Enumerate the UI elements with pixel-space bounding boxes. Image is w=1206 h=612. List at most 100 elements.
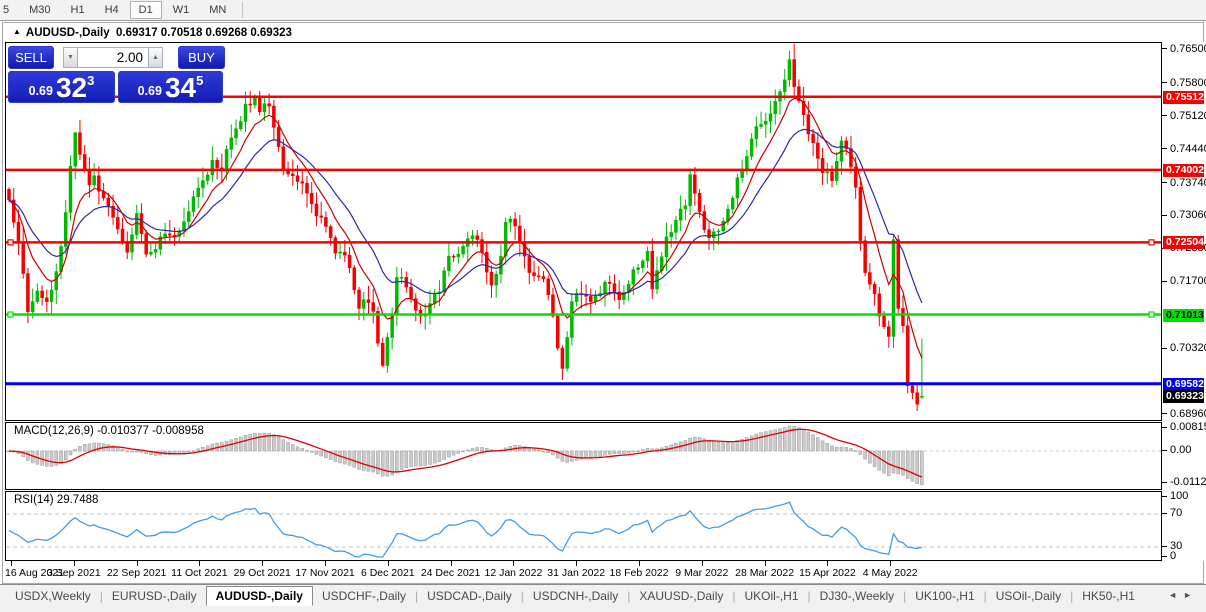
trading-app: 5M30H1H4D1W1MN ▲AUDUSD-,Daily 0.69317 0.… xyxy=(0,0,1206,612)
price-axis-tick xyxy=(1162,148,1167,149)
chart-symbol-label: AUDUSD-,Daily xyxy=(26,27,110,39)
collapse-triangle-icon[interactable]: ▲ xyxy=(13,27,21,36)
tab-usdx-weekly[interactable]: USDX,Weekly xyxy=(6,587,100,605)
tab-usdchf-daily[interactable]: USDCHF-,Daily xyxy=(313,587,415,605)
price-line-badge: 0.71013 xyxy=(1163,309,1204,322)
buy-button[interactable]: BUY xyxy=(178,46,225,69)
price-axis-tick xyxy=(1162,182,1167,183)
date-axis-tick xyxy=(451,561,452,566)
date-axis-tick xyxy=(388,561,389,566)
price-axis-label: 0.71700 xyxy=(1170,275,1206,287)
price-axis-tick xyxy=(1162,82,1167,83)
rsi-axis-tick xyxy=(1162,496,1167,497)
tab-scroll-left-icon[interactable]: ◄ xyxy=(1168,590,1183,600)
sell-button[interactable]: SELL xyxy=(8,46,54,69)
date-axis[interactable]: 16 Aug 20213 Sep 202122 Sep 202111 Oct 2… xyxy=(5,561,1162,583)
buy-price-small: 0.69 xyxy=(138,84,162,98)
tab-xauusd-daily[interactable]: XAUUSD-,Daily xyxy=(630,587,732,605)
ma-fast-line xyxy=(9,98,922,357)
spread-increase-button[interactable]: ▲ xyxy=(148,47,163,68)
price-scale[interactable]: 0.765000.758000.751200.744400.737400.730… xyxy=(1162,42,1204,561)
date-axis-tick xyxy=(827,561,828,566)
tab-eurusd-daily[interactable]: EURUSD-,Daily xyxy=(103,587,206,605)
date-axis-label: 31 Jan 2022 xyxy=(547,567,605,579)
macd-panel[interactable]: MACD(12,26,9) -0.010377 -0.008958 xyxy=(5,422,1162,490)
price-axis-tick xyxy=(1162,281,1167,282)
date-axis-label: 6 Dec 2021 xyxy=(361,567,415,579)
date-axis-tick xyxy=(74,561,75,566)
date-axis-label: 29 Oct 2021 xyxy=(234,567,291,579)
date-axis-tick xyxy=(890,561,891,566)
price-axis-tick xyxy=(1162,48,1167,49)
price-line-badge: 0.69323 xyxy=(1163,390,1204,403)
date-axis-label: 11 Oct 2021 xyxy=(171,567,227,579)
price-axis-tick xyxy=(1162,348,1167,349)
volume-input[interactable] xyxy=(78,47,148,68)
timeframe-button-H1[interactable]: H1 xyxy=(62,1,94,19)
chart-title: ▲ AUDUSD-,Daily 0.69317 0.70518 0.69268 0… xyxy=(13,27,292,39)
date-axis-tick xyxy=(11,561,12,566)
ma-slow-line xyxy=(9,129,922,302)
tab-audusd-daily[interactable]: AUDUSD-,Daily xyxy=(206,586,313,606)
chart-tab-bar: USDX,Weekly|EURUSD-,DailyAUDUSD-,DailyUS… xyxy=(0,584,1206,612)
date-axis-label: 4 May 2022 xyxy=(863,567,918,579)
tab-scroll-right-icon[interactable]: ► xyxy=(1183,590,1198,600)
tab-ukoil-h1[interactable]: UKOil-,H1 xyxy=(736,587,808,605)
price-axis-label: 0.70320 xyxy=(1170,342,1206,354)
one-click-trade-panel: SELL ▼ ▲ BUY 0.69 32 3 0.69 34 5 xyxy=(8,46,225,103)
buy-price-big: 34 xyxy=(165,74,196,102)
macd-axis-label: 0.00 xyxy=(1170,444,1191,456)
timeframe-toolbar: 5M30H1H4D1W1MN xyxy=(0,0,1206,21)
tab-usoil-daily[interactable]: USOil-,Daily xyxy=(987,587,1070,605)
line-handle[interactable] xyxy=(8,312,13,317)
date-axis-label: 18 Feb 2022 xyxy=(610,567,669,579)
sell-price-sup: 3 xyxy=(87,73,94,88)
tab-uk100-h1[interactable]: UK100-,H1 xyxy=(906,587,983,605)
date-axis-tick xyxy=(199,561,200,566)
price-axis-tick xyxy=(1162,215,1167,216)
date-axis-tick xyxy=(702,561,703,566)
date-axis-label: 15 Apr 2022 xyxy=(799,567,856,579)
date-axis-label: 28 Mar 2022 xyxy=(735,567,794,579)
tab-scroll-buttons: ◄► xyxy=(1168,587,1206,600)
date-axis-label: 9 Mar 2022 xyxy=(675,567,728,579)
price-line-badge: 0.72504 xyxy=(1163,236,1204,249)
spread-decrease-button[interactable]: ▼ xyxy=(63,47,78,68)
line-handle[interactable] xyxy=(8,240,13,245)
rsi-axis-label: 0 xyxy=(1170,550,1176,562)
tab-usdcnh-daily[interactable]: USDCNH-,Daily xyxy=(524,587,627,605)
price-axis-label: 0.75800 xyxy=(1170,77,1206,89)
tab-dj30-weekly[interactable]: DJ30-,Weekly xyxy=(811,587,903,605)
date-axis-tick xyxy=(325,561,326,566)
date-axis-tick xyxy=(513,561,514,566)
price-axis-label: 0.73740 xyxy=(1170,177,1206,189)
rsi-panel[interactable]: RSI(14) 29.7488 xyxy=(5,491,1162,561)
tab-hk50-h1[interactable]: HK50-,H1 xyxy=(1073,587,1144,605)
line-handle[interactable] xyxy=(1149,312,1154,317)
sell-price-big: 32 xyxy=(56,74,87,102)
macd-axis-label: -0.01126 xyxy=(1170,476,1206,488)
rsi-axis-tick xyxy=(1162,513,1167,514)
timeframe-button-5[interactable]: 5 xyxy=(0,1,18,19)
timeframe-button-MN[interactable]: MN xyxy=(200,1,235,19)
buy-price-sup: 5 xyxy=(196,73,203,88)
price-axis-label: 0.76500 xyxy=(1170,43,1206,55)
macd-label: MACD(12,26,9) -0.010377 -0.008958 xyxy=(14,425,204,437)
date-axis-label: 12 Jan 2022 xyxy=(484,567,542,579)
timeframe-button-D1[interactable]: D1 xyxy=(130,1,162,19)
price-axis-label: 0.74440 xyxy=(1170,143,1206,155)
timeframe-button-W1[interactable]: W1 xyxy=(164,1,199,19)
line-handle[interactable] xyxy=(1149,240,1154,245)
sell-price-box[interactable]: 0.69 32 3 xyxy=(8,71,115,103)
date-axis-tick xyxy=(262,561,263,566)
macd-axis-tick xyxy=(1162,482,1167,483)
rsi-line xyxy=(9,502,922,557)
tab-usdcad-daily[interactable]: USDCAD-,Daily xyxy=(418,587,521,605)
timeframe-button-M30[interactable]: M30 xyxy=(20,1,59,19)
timeframe-button-H4[interactable]: H4 xyxy=(96,1,128,19)
price-axis-label: 0.68960 xyxy=(1170,408,1206,420)
chart-ohlc-values: 0.69317 0.70518 0.69268 0.69323 xyxy=(116,27,292,39)
date-axis-tick xyxy=(765,561,766,566)
buy-price-box[interactable]: 0.69 34 5 xyxy=(118,71,223,103)
price-axis-label: 0.75120 xyxy=(1170,110,1206,122)
